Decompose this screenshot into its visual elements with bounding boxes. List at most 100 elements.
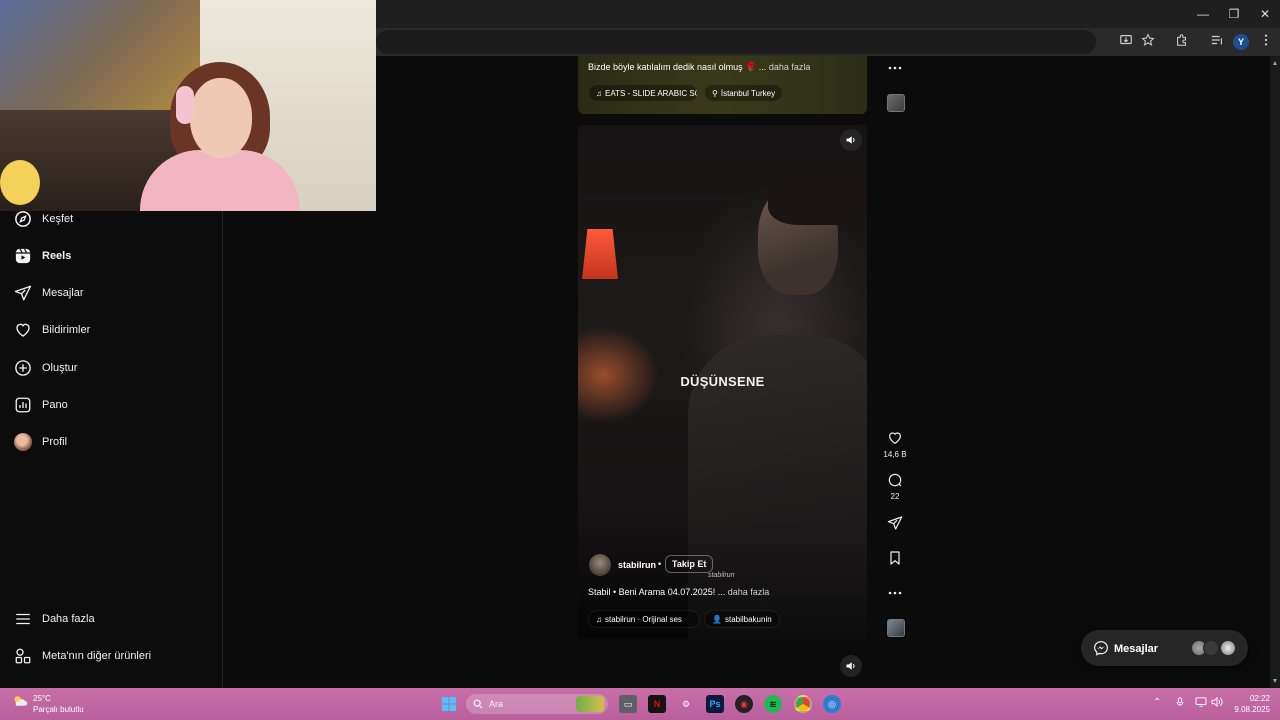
- sidebar-item-profile[interactable]: Profil: [14, 429, 214, 455]
- more-dots-icon: [888, 66, 902, 70]
- reel-video[interactable]: DÜŞÜNSENE stabilrun • Takip Et stabilrun…: [578, 125, 867, 639]
- windows-icon: [442, 697, 456, 711]
- app-icon[interactable]: ◎: [823, 695, 841, 713]
- network-icon[interactable]: [1195, 697, 1207, 710]
- sidebar-item-label: Daha fazla: [42, 613, 95, 625]
- taskbar-search-input[interactable]: Ara: [466, 694, 608, 714]
- sidebar-item-label: Profil: [42, 436, 68, 448]
- messages-pill[interactable]: Mesajlar: [1081, 630, 1248, 666]
- previous-reel-card[interactable]: Bizde böyle katılalım dedik nasıl olmuş …: [578, 56, 867, 114]
- audio-thumbnail[interactable]: [887, 94, 905, 112]
- sidebar-item-create[interactable]: Oluştur: [14, 355, 214, 381]
- sidebar-item-dashboard[interactable]: Pano: [14, 392, 214, 418]
- weather-temperature[interactable]: 25°C: [33, 694, 51, 703]
- sidebar-item-messages[interactable]: Mesajlar: [14, 280, 214, 306]
- restore-button[interactable]: ❐: [1219, 4, 1249, 24]
- netflix-icon[interactable]: N: [648, 695, 666, 713]
- reel-caption: Stabil • Beni Arama 04.07.2025! ... daha…: [588, 587, 770, 597]
- chrome-icon[interactable]: [794, 695, 812, 713]
- obs-icon[interactable]: ◉: [735, 695, 753, 713]
- sidebar-item-more[interactable]: Daha fazla: [14, 606, 214, 632]
- media-control-icon[interactable]: [1208, 33, 1226, 51]
- follow-button[interactable]: Takip Et: [665, 555, 714, 573]
- audio-chip[interactable]: ♫ EATS - SLIDE ARABIC SOC: [588, 84, 698, 102]
- sidebar-item-label: Reels: [42, 250, 72, 262]
- settings-gear-icon[interactable]: ⚙: [677, 695, 695, 713]
- close-button[interactable]: ✕: [1250, 4, 1280, 24]
- photoshop-icon[interactable]: Ps: [706, 695, 724, 713]
- mute-toggle-button[interactable]: [840, 129, 862, 151]
- scroll-up-icon[interactable]: ▲: [1271, 60, 1279, 68]
- person-icon: 👤: [712, 614, 722, 624]
- more-dots-icon: [888, 591, 902, 595]
- heart-icon: [889, 432, 901, 445]
- sidebar-item-label: Pano: [42, 399, 68, 411]
- page-scrollbar[interactable]: [1270, 56, 1280, 688]
- grid-icon: [15, 648, 31, 664]
- author-avatar[interactable]: [589, 554, 611, 576]
- like-button[interactable]: [884, 430, 906, 451]
- bookmark-star-icon[interactable]: [1139, 33, 1157, 51]
- next-reel-mute-button[interactable]: [840, 655, 862, 677]
- save-button[interactable]: [884, 550, 906, 571]
- avatar: [14, 433, 32, 451]
- music-note-icon: ♫: [596, 88, 602, 98]
- browser-profile-avatar[interactable]: Y: [1233, 34, 1249, 50]
- more-options-button[interactable]: [884, 585, 906, 606]
- webcam-plush-toy: [0, 160, 40, 205]
- more-options-button[interactable]: [884, 60, 906, 81]
- tray-overflow-icon[interactable]: ⌃: [1153, 697, 1161, 708]
- share-button[interactable]: [884, 515, 906, 536]
- search-highlight-icon: [576, 696, 604, 712]
- weather-partly-cloudy-icon: [14, 696, 28, 706]
- audio-thumbnail[interactable]: [887, 619, 905, 637]
- microphone-icon[interactable]: [1175, 697, 1185, 710]
- plus-square-icon: [15, 360, 31, 376]
- messenger-icon: [1094, 641, 1108, 656]
- avatar: [1220, 640, 1236, 656]
- speaker-icon: [846, 136, 855, 144]
- tagged-user-chip[interactable]: 👤 stabilbakunin: [704, 610, 780, 628]
- weather-description[interactable]: Parçalı bulutlu: [33, 705, 84, 714]
- screen: — ❐ ✕ Y Keşfet Reels Mesajlar Bildirimle…: [0, 0, 1280, 720]
- send-icon: [14, 285, 32, 301]
- location-chip[interactable]: ⚲ İstanbul Turkey: [704, 84, 784, 102]
- webcam-headphones: [176, 86, 194, 124]
- sidebar-item-meta-products[interactable]: Meta'nın diğer ürünleri: [14, 643, 214, 669]
- sidebar-item-reels[interactable]: Reels: [14, 243, 214, 269]
- messages-label: Mesajlar: [1114, 643, 1159, 655]
- hamburger-icon: [16, 613, 30, 625]
- reel-caption: Bizde böyle katılalım dedik nasıl olmuş …: [588, 62, 811, 72]
- extensions-icon[interactable]: [1173, 33, 1191, 51]
- spotify-icon[interactable]: ≋: [764, 695, 782, 713]
- comment-icon: [888, 473, 902, 487]
- reels-icon: [15, 248, 31, 264]
- location-pin-icon: ⚲: [712, 88, 718, 98]
- speaker-icon: [846, 662, 855, 670]
- compass-icon: [15, 211, 31, 227]
- sidebar-item-label: Meta'nın diğer ürünleri: [42, 650, 152, 662]
- taskbar-clock-date[interactable]: 9.08.2025: [1222, 705, 1270, 714]
- minimize-button[interactable]: —: [1188, 4, 1218, 24]
- start-button[interactable]: [440, 695, 458, 713]
- sidebar-item-notifications[interactable]: Bildirimler: [14, 317, 214, 343]
- sidebar-item-label: Mesajlar: [42, 287, 84, 299]
- taskbar: [0, 688, 1280, 720]
- search-placeholder: Ara: [489, 699, 504, 709]
- author-name[interactable]: stabilrun: [618, 560, 656, 570]
- install-app-icon[interactable]: [1117, 33, 1135, 51]
- taskbar-clock-time[interactable]: 02:22: [1238, 694, 1270, 703]
- more-link[interactable]: daha fazla: [769, 62, 811, 72]
- more-link[interactable]: daha fazla: [728, 587, 770, 597]
- chart-icon: [15, 397, 31, 413]
- browser-menu-icon[interactable]: [1257, 33, 1275, 51]
- video-subtitle: DÜŞÜNSENE: [680, 374, 765, 389]
- task-view-icon[interactable]: ▭: [619, 695, 637, 713]
- search-icon: [473, 699, 483, 709]
- comment-button[interactable]: [884, 472, 906, 493]
- scroll-down-icon[interactable]: ▼: [1271, 678, 1279, 686]
- sidebar-item-label: Bildirimler: [42, 324, 91, 336]
- sidebar-item-label: Keşfet: [42, 213, 74, 225]
- address-bar[interactable]: [376, 30, 1096, 54]
- audio-chip[interactable]: ♫ stabilrun · Orijinal ses: [588, 610, 700, 628]
